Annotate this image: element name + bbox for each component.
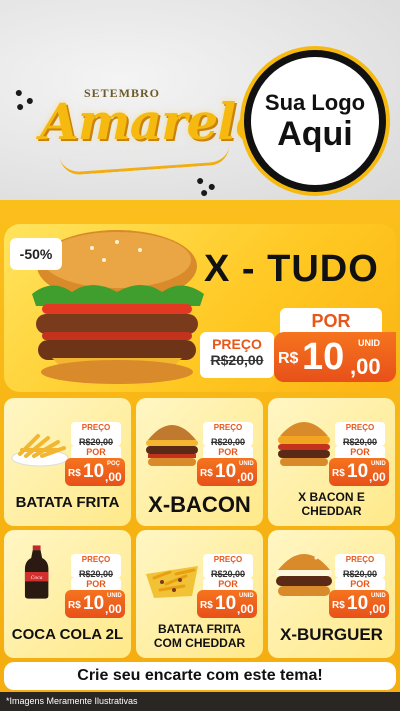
unit: POÇ	[107, 461, 121, 467]
product-name: BATATA FRITA COM CHEDDAR	[153, 622, 246, 650]
hero-old-price-tag: PREÇO R$20,00	[200, 332, 274, 378]
price-int: 10	[83, 461, 105, 482]
logo-line1: Sua Logo	[264, 90, 366, 115]
old-price-tag: PREÇO R$20,00	[335, 422, 385, 447]
product-name: BATATA FRITA	[15, 494, 120, 511]
old-price-tag: PREÇO R$20,00	[335, 554, 385, 579]
footer-note: *Imagens Meramente Ilustrativas	[0, 692, 400, 711]
unit: UNID	[371, 461, 386, 467]
price-dec: ,00	[237, 602, 254, 616]
offers-panel: -50% X - TUDO POR PREÇO R$20,00 R$ 10 UN…	[0, 200, 400, 692]
cta-banner[interactable]: Crie seu encarte com este tema!	[4, 662, 396, 690]
product-name: X BACON E CHEDDAR	[298, 490, 365, 518]
price-box: R$ 10 POÇ ,00	[65, 458, 125, 486]
currency: R$	[200, 468, 213, 479]
por-label: POR	[335, 446, 385, 458]
product-card[interactable]: PREÇO R$20,00 POR R$ 10 UNID ,00 X BACON…	[268, 398, 395, 526]
header: ● ● ● ● ● ● SETEMBRO Amarelo Sua Logo Aq…	[0, 0, 400, 200]
price-dec: ,00	[105, 602, 122, 616]
logo-line2: Aqui	[277, 115, 353, 153]
seed-decoration-icon: ●	[200, 184, 209, 200]
price-int: 10	[215, 461, 237, 482]
old-price-tag: PREÇO R$20,00	[203, 554, 253, 579]
price-box: R$ 10 UNID ,00	[329, 590, 389, 618]
seed-decoration-icon: ●	[23, 91, 37, 109]
currency: R$	[68, 468, 81, 479]
price-int: 10	[83, 593, 105, 614]
product-card[interactable]: PREÇO R$20,00 POR R$ 10 UNID ,00 X-BACON	[136, 398, 263, 526]
fries-icon	[11, 434, 69, 467]
price-dec: ,00	[369, 470, 386, 484]
hero-price-box: R$ 10 UNID ,00	[274, 332, 396, 382]
price-box: R$ 10 UNID ,00	[65, 590, 125, 618]
preco-label: PREÇO	[213, 423, 243, 432]
product-card[interactable]: PREÇO R$20,00 POR R$ 10 POÇ ,00 BATATA F…	[4, 398, 131, 526]
old-price-tag: PREÇO R$20,00	[71, 554, 121, 579]
hero-price-int: 10	[302, 336, 345, 378]
hero-old-price: R$20,00	[210, 352, 264, 368]
price-dec: ,00	[369, 602, 386, 616]
burger-icon	[146, 425, 198, 466]
price-box: R$ 10 UNID ,00	[197, 590, 257, 618]
preco-label: PREÇO	[345, 423, 375, 432]
hero-preco-label: PREÇO	[212, 336, 262, 352]
hero-unit: UNID	[358, 338, 380, 348]
price-box: R$ 10 UNID ,00	[329, 458, 389, 486]
currency: R$	[332, 468, 345, 479]
price-int: 10	[215, 593, 237, 614]
soda-bottle-icon: Coca	[24, 545, 49, 599]
preco-label: PREÇO	[81, 423, 111, 432]
old-price-tag: PREÇO R$20,00	[71, 422, 121, 447]
seed-decoration-icon: ●	[16, 98, 25, 114]
unit: UNID	[239, 593, 254, 599]
price-dec: ,00	[237, 470, 254, 484]
por-label: POR	[203, 578, 253, 590]
product-name: COCA COLA 2L	[11, 626, 124, 643]
product-card[interactable]: Coca PREÇO R$20,00 POR R$ 10 UNID ,00 CO…	[4, 530, 131, 658]
hero-offer[interactable]: -50% X - TUDO POR PREÇO R$20,00 R$ 10 UN…	[4, 224, 396, 392]
old-price-tag: PREÇO R$20,00	[203, 422, 253, 447]
por-label: POR	[71, 446, 121, 458]
svg-text:Coca: Coca	[31, 575, 43, 581]
discount-badge: -50%	[10, 238, 62, 270]
hero-por-label: POR	[280, 308, 382, 334]
preco-label: PREÇO	[213, 555, 243, 564]
currency: R$	[200, 600, 213, 611]
currency: R$	[68, 600, 81, 611]
product-name: X-BACON	[148, 492, 251, 517]
hero-currency: R$	[278, 350, 299, 367]
unit: UNID	[371, 593, 386, 599]
product-card[interactable]: PREÇO R$20,00 POR R$ 10 UNID ,00 BATATA …	[136, 530, 263, 658]
hero-title: X - TUDO	[204, 248, 379, 290]
price-box: R$ 10 UNID ,00	[197, 458, 257, 486]
logo-placeholder[interactable]: Sua Logo Aqui	[244, 50, 386, 192]
price-int: 10	[347, 593, 369, 614]
por-label: POR	[335, 578, 385, 590]
burger-icon	[276, 548, 332, 596]
price-int: 10	[347, 461, 369, 482]
price-dec: ,00	[105, 470, 122, 484]
product-card[interactable]: PREÇO R$20,00 POR R$ 10 UNID ,00 X-BURGU…	[268, 530, 395, 658]
unit: UNID	[107, 593, 122, 599]
fries-icon	[146, 566, 198, 598]
product-name: X-BURGUER	[280, 625, 383, 644]
currency: R$	[332, 600, 345, 611]
por-label: POR	[71, 578, 121, 590]
header-title: Amarelo	[40, 92, 269, 151]
por-label: POR	[203, 446, 253, 458]
burger-icon	[278, 422, 330, 466]
hero-price-dec: ,00	[350, 354, 381, 379]
preco-label: PREÇO	[345, 555, 375, 564]
preco-label: PREÇO	[81, 555, 111, 564]
unit: UNID	[239, 461, 254, 467]
